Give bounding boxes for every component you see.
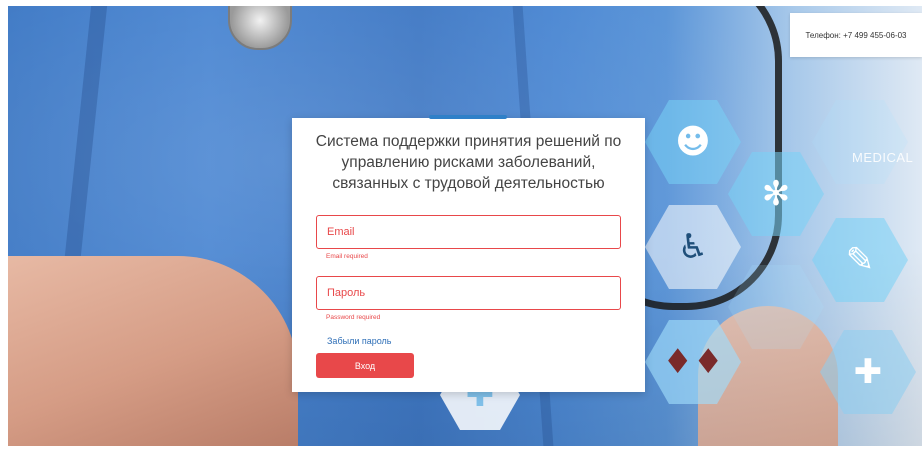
page: ☻ ✻ ♿ ✎ ♦♦ ✚ ✚ MEDICAL Телефон: +7 499 4… bbox=[0, 0, 922, 455]
arm-image bbox=[8, 256, 298, 446]
card-tab-indicator bbox=[429, 115, 507, 119]
email-input[interactable] bbox=[317, 216, 620, 248]
login-card: Система поддержки принятия решений по уп… bbox=[292, 115, 645, 392]
phone-text: Телефон: +7 499 455-06-03 bbox=[805, 30, 907, 40]
system-title: Система поддержки принятия решений по уп… bbox=[315, 133, 622, 192]
medical-label: MEDICAL bbox=[852, 150, 914, 165]
password-field[interactable] bbox=[316, 276, 621, 310]
email-field[interactable] bbox=[316, 215, 621, 249]
forgot-password-link[interactable]: Забыли пароль bbox=[327, 336, 391, 346]
email-error: Email required bbox=[326, 253, 368, 260]
password-input[interactable] bbox=[317, 277, 620, 309]
phone-box: Телефон: +7 499 455-06-03 bbox=[790, 13, 922, 57]
login-button[interactable]: Вход bbox=[316, 353, 414, 378]
password-error: Password required bbox=[326, 314, 381, 321]
